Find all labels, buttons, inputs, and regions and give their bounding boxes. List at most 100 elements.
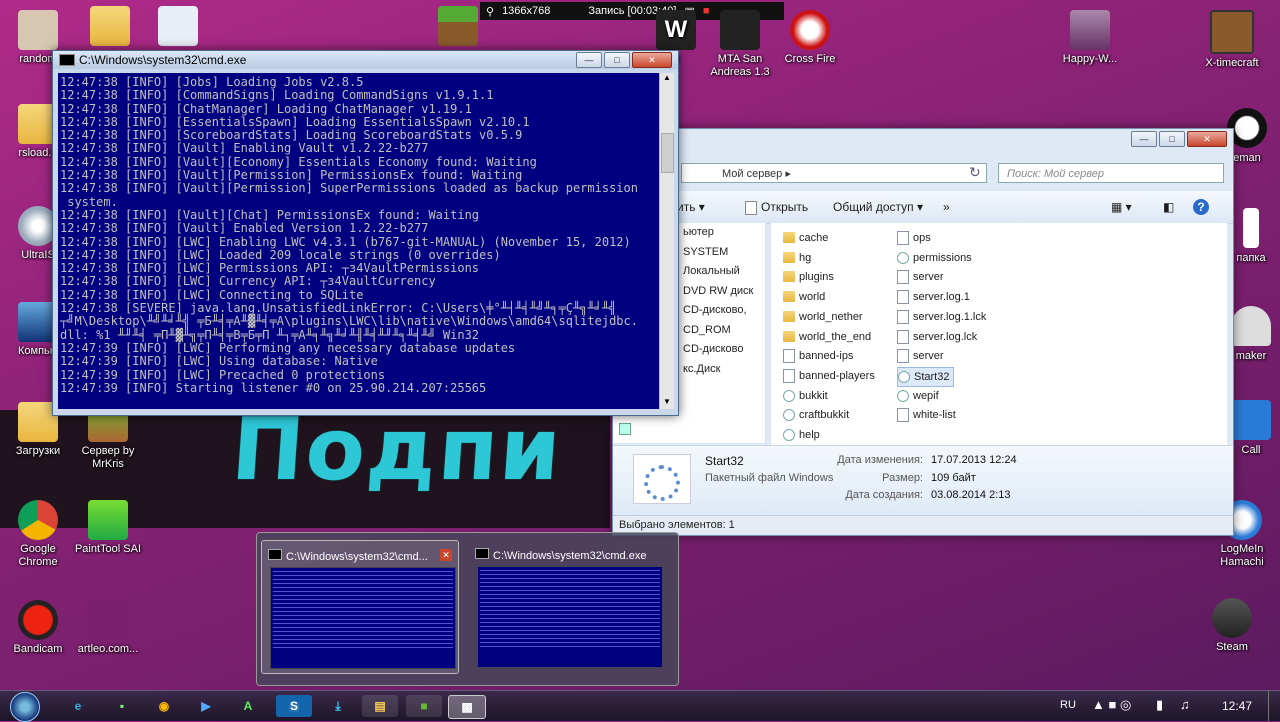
file-item[interactable]: plugins: [783, 268, 834, 286]
show-desktop-button[interactable]: [1268, 691, 1280, 721]
console-line: 12:47:39 [INFO] Starting listener #0 on …: [60, 380, 487, 395]
cmd-titlebar[interactable]: C:\Windows\system32\cmd.exe — □ ✕: [53, 51, 678, 69]
scroll-down-icon[interactable]: ▼: [660, 397, 674, 409]
scroll-thumb[interactable]: [661, 133, 674, 173]
file-item[interactable]: server: [897, 347, 944, 365]
skype-icon[interactable]: S: [276, 695, 312, 717]
desktop-icon-bandicam[interactable]: Bandicam: [0, 600, 76, 656]
terminal-app-icon[interactable]: ▪: [104, 695, 140, 717]
file-item[interactable]: wepif: [897, 387, 939, 405]
volume-icon[interactable]: ♫: [1180, 697, 1190, 712]
file-item[interactable]: ops: [897, 229, 931, 247]
file-item[interactable]: server.log.1: [897, 288, 970, 306]
cmd-taskbar-icon[interactable]: ▩: [448, 695, 486, 719]
file-name: server.log.lck: [913, 330, 978, 343]
cmd-close-button[interactable]: ✕: [632, 52, 672, 68]
desktop-icon-artleo[interactable]: artleo.com...: [70, 600, 146, 656]
file-item[interactable]: banned-players: [783, 367, 875, 385]
close-button[interactable]: ✕: [1187, 131, 1227, 147]
file-name: server.log.1: [913, 291, 970, 304]
refresh-icon[interactable]: ↻: [969, 164, 981, 181]
clock[interactable]: 12:47: [1222, 699, 1252, 713]
tray-icons[interactable]: ▲ ■ ◎: [1092, 697, 1131, 713]
file-item[interactable]: banned-ips: [783, 347, 853, 365]
preview-thumbnail-2[interactable]: C:\Windows\system32\cmd.exe: [469, 540, 665, 672]
share-button[interactable]: Общий доступ ▾: [833, 200, 923, 214]
file-item[interactable]: world_nether: [783, 308, 863, 326]
file-item[interactable]: server.log.1.lck: [897, 308, 986, 326]
maximize-button[interactable]: □: [1159, 131, 1185, 147]
open-button[interactable]: Открыть: [761, 200, 808, 214]
file-item[interactable]: help: [783, 426, 820, 444]
cmd-window[interactable]: C:\Windows\system32\cmd.exe — □ ✕ 12:47:38…: [52, 50, 679, 416]
console-output[interactable]: 12:47:38 [INFO] [Jobs] Loading Jobs v2.8…: [58, 73, 659, 409]
desktop-icon-xtimecraft[interactable]: X-timecraft: [1194, 10, 1270, 70]
file-item[interactable]: hg: [783, 249, 811, 267]
file-name: server.log.1.lck: [913, 310, 987, 323]
ie-icon[interactable]: e: [60, 695, 96, 717]
desktop-icon-minecraft[interactable]: [420, 6, 496, 49]
archive-icon: [1070, 10, 1110, 50]
file-list[interactable]: cache hg plugins world world_nether world_the…: [771, 223, 1227, 445]
preview-title-2: C:\Windows\system32\cmd.exe: [475, 548, 646, 562]
preview-pane-icon[interactable]: ◧: [1163, 200, 1174, 214]
network-tray-icon[interactable]: ▮: [1156, 697, 1163, 713]
file-name: server: [913, 350, 944, 363]
explorer-taskbar-icon[interactable]: ▤: [362, 695, 398, 717]
document-icon: [897, 408, 909, 423]
desktop-icon-steam[interactable]: Steam: [1194, 598, 1270, 654]
file-name: wepif: [913, 389, 939, 402]
organize-button[interactable]: ить ▾: [677, 200, 705, 214]
preview-thumbnail-1[interactable]: C:\Windows\system32\cmd... ✕: [261, 540, 459, 674]
desktop-icon-happy[interactable]: Happy-W...: [1052, 10, 1128, 66]
minimize-button[interactable]: —: [1131, 131, 1157, 147]
cmd-minimize-button[interactable]: —: [576, 52, 602, 68]
desktop-icon-mta[interactable]: MTA San Andreas 1.3: [702, 10, 778, 79]
more-button[interactable]: »: [943, 200, 950, 214]
console-line: 12:47:38 [INFO] [ScoreboardStats] Loadin…: [60, 128, 523, 143]
console-scrollbar[interactable]: ▲ ▼: [659, 73, 674, 409]
console-line: 12:47:38 [INFO] [LWC] Enabling LWC v4.3.…: [60, 234, 631, 249]
file-item[interactable]: server.log.lck: [897, 328, 977, 346]
file-item[interactable]: world_the_end: [783, 328, 871, 346]
address-bar[interactable]: Мой сервер ▸: [681, 163, 987, 183]
preview-close-icon[interactable]: ✕: [440, 549, 452, 561]
desktop-icon-painttool[interactable]: PaintTool SAI: [70, 500, 146, 556]
help-icon[interactable]: ?: [1193, 199, 1209, 215]
file-item[interactable]: world: [783, 288, 825, 306]
file-item[interactable]: Start32: [897, 366, 955, 387]
language-indicator[interactable]: RU: [1060, 699, 1076, 711]
file-item[interactable]: bukkit: [783, 387, 828, 405]
minecraft-taskbar-icon[interactable]: ■: [406, 695, 442, 717]
desktop-icon-folder-top[interactable]: [72, 6, 148, 49]
file-item[interactable]: permissions: [897, 249, 972, 267]
media-icon[interactable]: ▶: [188, 695, 224, 717]
search-input[interactable]: Поиск: Мой сервер: [998, 163, 1224, 183]
explorer-toolbar: ить ▾ Открыть Общий доступ ▾ » ▦ ▾ ◧ ?: [613, 191, 1233, 224]
chrome-taskbar-icon[interactable]: ◉: [146, 695, 182, 717]
console-line: 12:47:38 [INFO] [Jobs] Loading Jobs v2.8…: [60, 75, 364, 89]
desktop-icon-window-top[interactable]: [140, 6, 216, 49]
desktop-icon-chrome[interactable]: Google Chrome: [0, 500, 76, 569]
file-item[interactable]: cache: [783, 229, 828, 247]
details-created: 03.08.2014 2:13: [931, 489, 1011, 501]
console-line: 12:47:39 [INFO] [LWC] Performing any nec…: [60, 340, 516, 355]
folder-icon: [783, 310, 795, 322]
desktop-icon-crossfire[interactable]: Cross Fire: [772, 10, 848, 66]
start-button[interactable]: [10, 692, 40, 722]
file-item[interactable]: white-list: [897, 406, 956, 424]
chrome-icon: [18, 500, 58, 540]
cmd-maximize-button[interactable]: □: [604, 52, 630, 68]
explorer-window[interactable]: — □ ✕ Мой сервер ▸ ↻ Поиск: Мой сервер ить…: [612, 128, 1234, 536]
console-line: 12:47:38 [INFO] [EssentialsSpawn] Loadin…: [60, 114, 530, 129]
document-icon: [783, 349, 795, 364]
console-line: 12:47:38 [INFO] [LWC] Loaded 209 locale …: [60, 247, 501, 262]
file-item[interactable]: server: [897, 268, 944, 286]
download-icon[interactable]: ⤓: [320, 695, 356, 717]
scroll-up-icon[interactable]: ▲: [660, 73, 674, 85]
a-app-icon[interactable]: A: [230, 695, 266, 717]
file-item[interactable]: craftbukkit: [783, 406, 849, 424]
details-pane: Start32 Пакетный файл Windows Дата измен…: [613, 445, 1233, 514]
console-line: 12:47:38 [INFO] [ChatManager] Loading Ch…: [60, 101, 472, 116]
view-options-icon[interactable]: ▦ ▾: [1111, 200, 1132, 214]
